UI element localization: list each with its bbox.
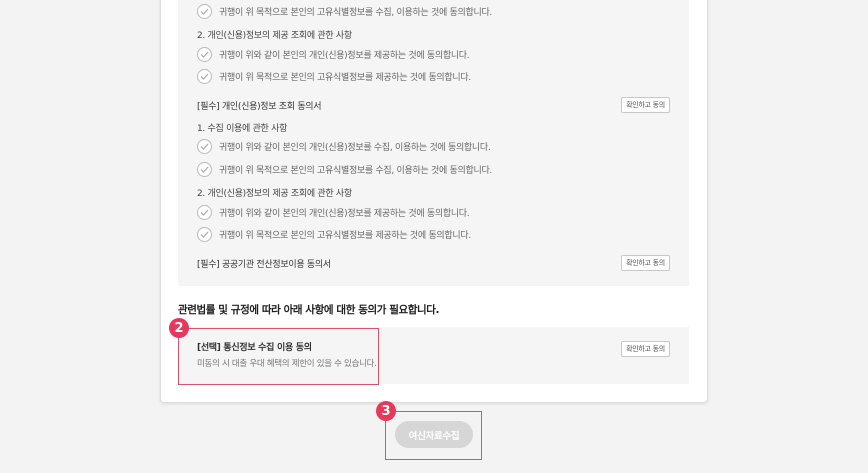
section-title: [필수] 개인(신용)정보 조회 동의서 — [197, 102, 322, 112]
check-circle-icon[interactable] — [197, 226, 212, 242]
step-badge-2: 2 — [169, 318, 189, 338]
subsection-title: 2. 개인(신용)정보의 제공 조회에 관한 사항 — [197, 31, 352, 41]
consent-item-label: 귀행이 위와 같이 본인의 개인(신용)정보를 제공하는 것에 동의합니다. — [219, 208, 470, 219]
highlight-box-submit — [385, 411, 482, 460]
check-circle-icon[interactable] — [197, 3, 212, 19]
consent-item[interactable]: 귀행이 위 목적으로 본인의 고유식별정보를 제공하는 것에 동의합니다. — [197, 68, 471, 84]
step-badge-3: 3 — [376, 401, 396, 421]
consent-item-label: 귀행이 위와 같이 본인의 개인(신용)정보를 수집, 이용하는 것에 동의합니… — [219, 142, 491, 153]
legal-notice: 관련법률 및 규정에 따라 아래 사항에 대한 동의가 필요합니다. — [178, 304, 440, 316]
check-circle-icon[interactable] — [197, 204, 212, 220]
check-circle-icon[interactable] — [197, 138, 212, 154]
consent-item-label: 귀행이 위 목적으로 본인의 고유식별정보를 제공하는 것에 동의합니다. — [219, 230, 471, 241]
check-circle-icon[interactable] — [197, 46, 212, 62]
consent-item[interactable]: 귀행이 위와 같이 본인의 개인(신용)정보를 수집, 이용하는 것에 동의합니… — [197, 138, 491, 154]
consent-item-label: 귀행이 위 목적으로 본인의 고유식별정보를 제공하는 것에 동의합니다. — [219, 72, 471, 83]
confirm-agree-button[interactable]: 확인하고 동의 — [621, 255, 670, 271]
subsection-title: 2. 개인(신용)정보의 제공 조회에 관한 사항 — [197, 189, 352, 199]
consent-item-label: 귀행이 위 목적으로 본인의 고유식별정보를 수집, 이용하는 것에 동의합니다… — [219, 165, 492, 176]
optional-confirm-agree-button[interactable]: 확인하고 동의 — [621, 341, 670, 357]
consent-item[interactable]: 귀행이 위 목적으로 본인의 고유식별정보를 수집, 이용하는 것에 동의합니다… — [197, 161, 492, 177]
consent-item[interactable]: 귀행이 위 목적으로 본인의 고유식별정보를 제공하는 것에 동의합니다. — [197, 226, 471, 242]
section-title: [필수] 공공기관 전산정보이용 동의서 — [197, 260, 331, 270]
consent-item[interactable]: 귀행이 위와 같이 본인의 개인(신용)정보를 제공하는 것에 동의합니다. — [197, 204, 470, 220]
check-circle-icon[interactable] — [197, 68, 212, 84]
consent-item-label: 귀행이 위와 같이 본인의 개인(신용)정보를 제공하는 것에 동의합니다. — [219, 50, 470, 61]
consent-item[interactable]: 귀행이 위 목적으로 본인의 고유식별정보를 수집, 이용하는 것에 동의합니다… — [197, 3, 492, 19]
subsection-title: 1. 수집 이용에 관한 사항 — [197, 124, 288, 134]
check-circle-icon[interactable] — [197, 161, 212, 177]
highlight-box-optional — [178, 328, 379, 385]
confirm-agree-button[interactable]: 확인하고 동의 — [621, 97, 670, 113]
consent-item[interactable]: 귀행이 위와 같이 본인의 개인(신용)정보를 제공하는 것에 동의합니다. — [197, 46, 470, 62]
consent-item-label: 귀행이 위 목적으로 본인의 고유식별정보를 수집, 이용하는 것에 동의합니다… — [219, 7, 492, 18]
